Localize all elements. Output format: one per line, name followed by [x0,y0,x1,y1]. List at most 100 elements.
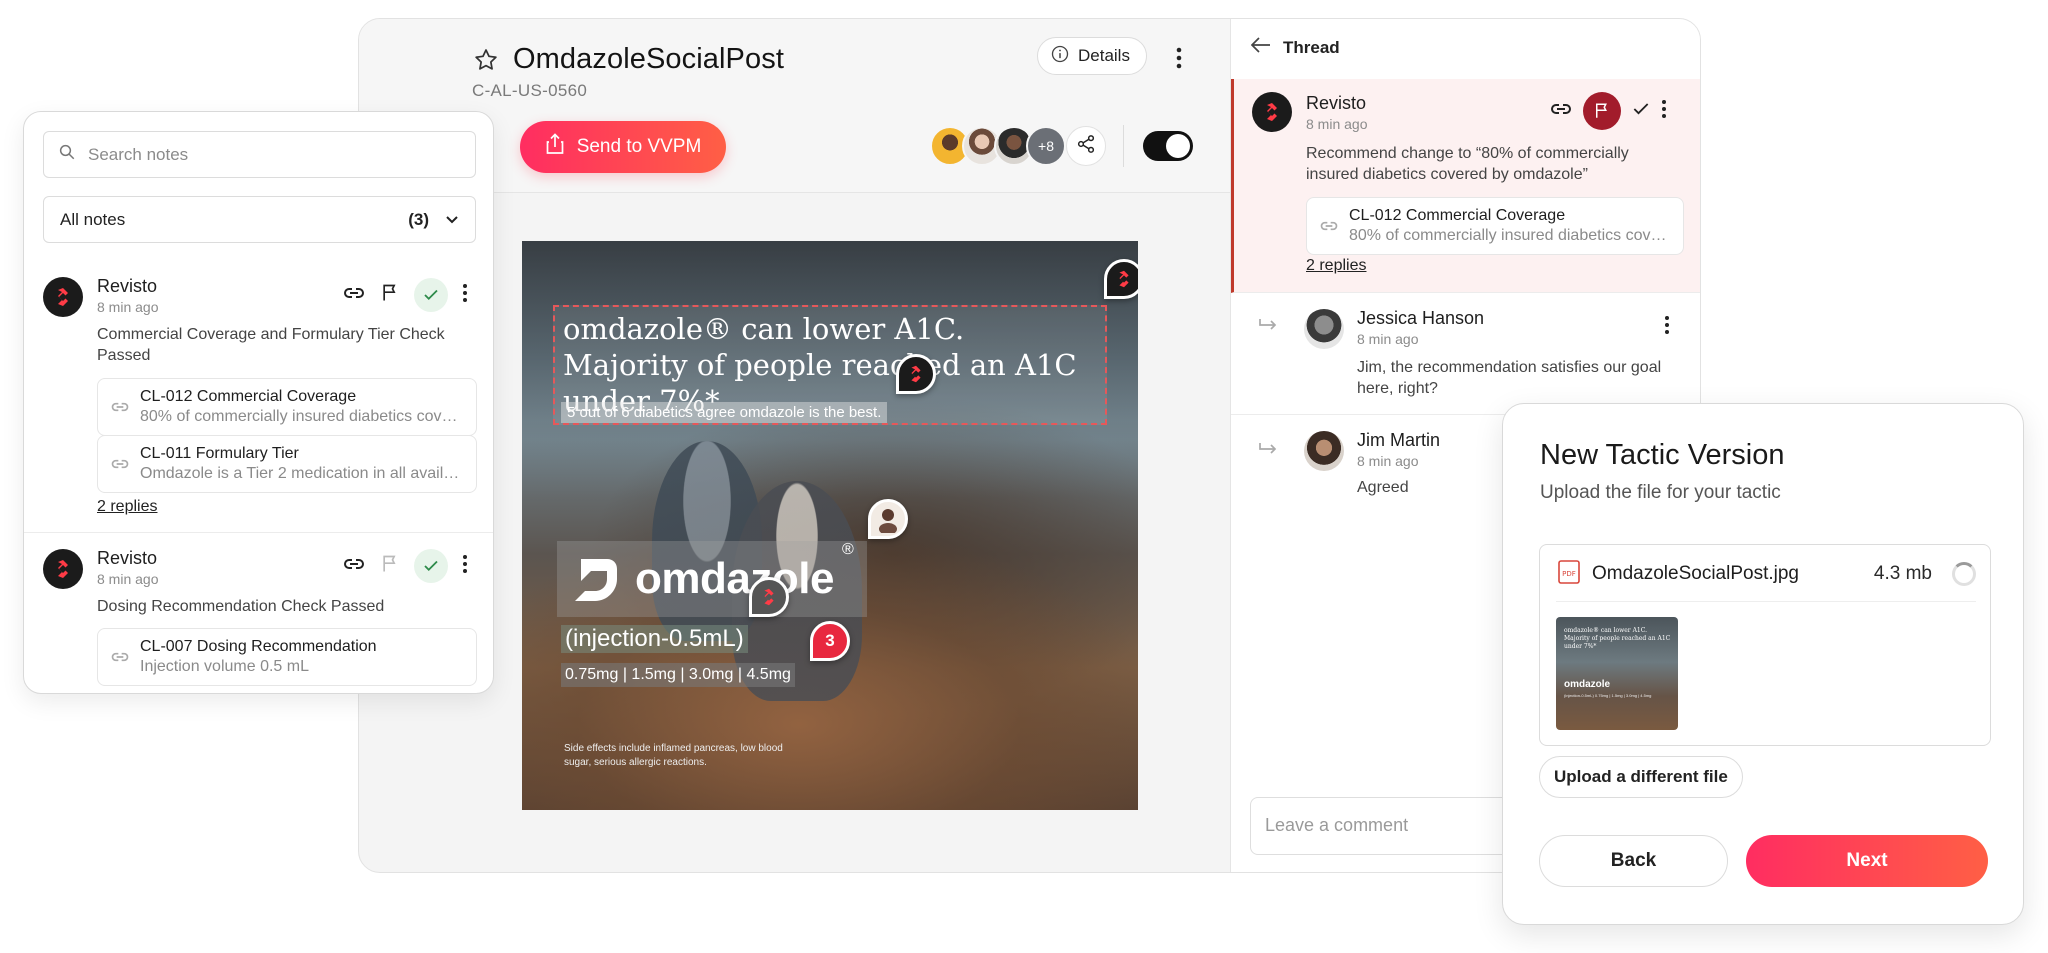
link-icon [110,647,130,672]
thread-title: Thread [1283,37,1340,57]
claim-reference-card[interactable]: CL-012 Commercial Coverage 80% of commer… [97,378,477,436]
reference-title: CL-012 Commercial Coverage [1349,207,1566,224]
more-options-icon[interactable] [462,554,468,579]
comment-author: Revisto [1306,93,1367,113]
revisto-logo-icon [58,288,68,306]
note-author: Revisto [97,548,158,568]
more-collaborators-badge[interactable]: +8 [1026,126,1066,166]
thread-header[interactable]: Thread [1250,37,1340,58]
file-thumbnail[interactable]: omdazole® can lower A1C. Majority of peo… [1556,617,1678,730]
comment-author: Jessica Hanson [1357,308,1485,328]
next-button[interactable]: Next [1746,835,1988,887]
annotation-pin[interactable] [1104,259,1138,299]
note-actions [342,278,468,312]
reference-description: Omdazole is a Tier 2 medication in all a… [140,465,464,482]
flag-icon [1596,103,1607,118]
check-icon [424,289,438,301]
send-to-vvpm-button[interactable]: Send to VVPM [520,121,726,173]
claim-reference-card[interactable]: CL-007 Dosing Recommendation Injection v… [97,628,477,686]
flag-button-active[interactable] [1583,92,1621,130]
share-button[interactable] [1066,126,1106,166]
more-options-icon[interactable] [1661,99,1667,124]
more-options-icon[interactable] [1664,315,1670,340]
link-icon[interactable] [1549,97,1573,126]
revisto-logo-icon [1119,270,1129,288]
check-icon[interactable] [1631,99,1651,124]
flag-icon[interactable] [380,283,400,308]
file-name: OmdazoleSocialPost.jpg [1592,563,1799,584]
avatar [43,277,83,317]
link-icon[interactable] [342,281,366,310]
star-icon[interactable] [471,45,501,75]
note-author: Revisto [97,276,158,296]
filter-label: All notes [60,209,126,229]
link-icon [110,454,130,479]
comment-text: Recommend change to “80% of commercially… [1306,145,1629,183]
thread-root-comment[interactable]: Revisto 8 min ago Recommend change to “8… [1231,79,1700,293]
annotation-pin[interactable] [749,577,789,617]
avatar [1304,431,1344,471]
poster-subline[interactable]: 5 out of 6 diabetics agree omdazole is t… [561,402,888,423]
avatar [1252,92,1292,132]
more-options-icon[interactable] [1167,43,1191,73]
search-notes-input[interactable]: Search notes [43,131,476,178]
file-row: PDF OmdazoleSocialPost.jpg 4.3 mb [1556,559,1976,589]
link-icon[interactable] [342,552,366,581]
user-avatar-icon [879,509,897,533]
resolved-check-button[interactable] [414,549,448,583]
annotation-pin-user[interactable] [868,499,908,539]
flag-icon[interactable] [380,554,400,579]
poster-doses[interactable]: 0.75mg | 1.5mg | 3.0mg | 4.5mg [561,663,795,687]
upload-icon [545,133,565,161]
reference-title: CL-011 Formulary Tier [140,445,299,462]
view-toggle[interactable] [1143,131,1193,161]
comment-text: Agreed [1357,479,1409,496]
note-item[interactable]: Revisto 8 min ago Commercial Coverage an… [24,272,493,532]
resolved-check-button[interactable] [414,278,448,312]
collaborator-avatars[interactable]: +8 [930,126,1066,166]
toolbar-divider [1123,125,1124,167]
note-divider [24,532,493,533]
uploaded-file-card: PDF OmdazoleSocialPost.jpg 4.3 mb omdazo… [1539,544,1991,746]
upload-different-file-button[interactable]: Upload a different file [1539,756,1743,798]
reference-title: CL-007 Dosing Recommendation [140,638,377,655]
annotation-pin[interactable] [896,354,936,394]
note-text: Dosing Recommendation Check Passed [97,598,385,615]
note-time: 8 min ago [97,299,159,315]
comment-time: 8 min ago [1306,116,1368,132]
claim-reference-card[interactable]: CL-011 Formulary Tier Omdazole is a Tier… [97,435,477,493]
omdazole-logo-icon [567,551,623,607]
share-icon [1076,134,1096,159]
thread-reply[interactable]: Jessica Hanson 8 min ago Jim, the recomm… [1231,293,1700,415]
poster-logo[interactable]: omdazole [557,541,867,617]
info-icon [1050,44,1070,69]
chevron-down-icon [445,210,459,230]
link-icon [1319,216,1339,241]
details-button[interactable]: Details [1037,37,1147,75]
reference-description: 80% of commercially insured diabetics co… [140,408,464,425]
loading-spinner-icon [1952,562,1976,586]
replies-link[interactable]: 2 replies [1306,257,1366,275]
back-button[interactable]: Back [1539,835,1728,887]
doc-title: OmdazoleSocialPost [513,43,784,75]
more-options-icon[interactable] [462,283,468,308]
new-tactic-dialog: New Tactic Version Upload the file for y… [1502,403,2024,925]
comment-text: Jim, the recommendation satisfies our go… [1357,359,1662,397]
check-icon [424,560,438,572]
thumbnail-headline: omdazole® can lower A1C. Majority of peo… [1564,627,1671,650]
claim-reference-card[interactable]: CL-012 Commercial Coverage 80% of commer… [1306,197,1684,255]
comment-time: 8 min ago [1357,453,1419,469]
annotation-count-pin[interactable]: 3 [810,621,850,661]
comment-actions [1549,92,1667,130]
comment-time: 8 min ago [1357,331,1419,347]
revisto-logo-icon [764,588,774,606]
back-arrow-icon[interactable] [1250,37,1271,58]
note-time: 8 min ago [97,571,159,587]
replies-link[interactable]: 2 replies [97,498,157,516]
notes-filter-select[interactable]: All notes (3) [43,196,476,243]
search-icon [58,143,76,166]
details-label: Details [1078,46,1130,65]
poster-injection[interactable]: (injection-0.5mL) [561,625,748,653]
note-item[interactable]: Revisto 8 min ago Dosing Recommendation … [24,542,493,692]
reference-title: CL-012 Commercial Coverage [140,388,357,405]
